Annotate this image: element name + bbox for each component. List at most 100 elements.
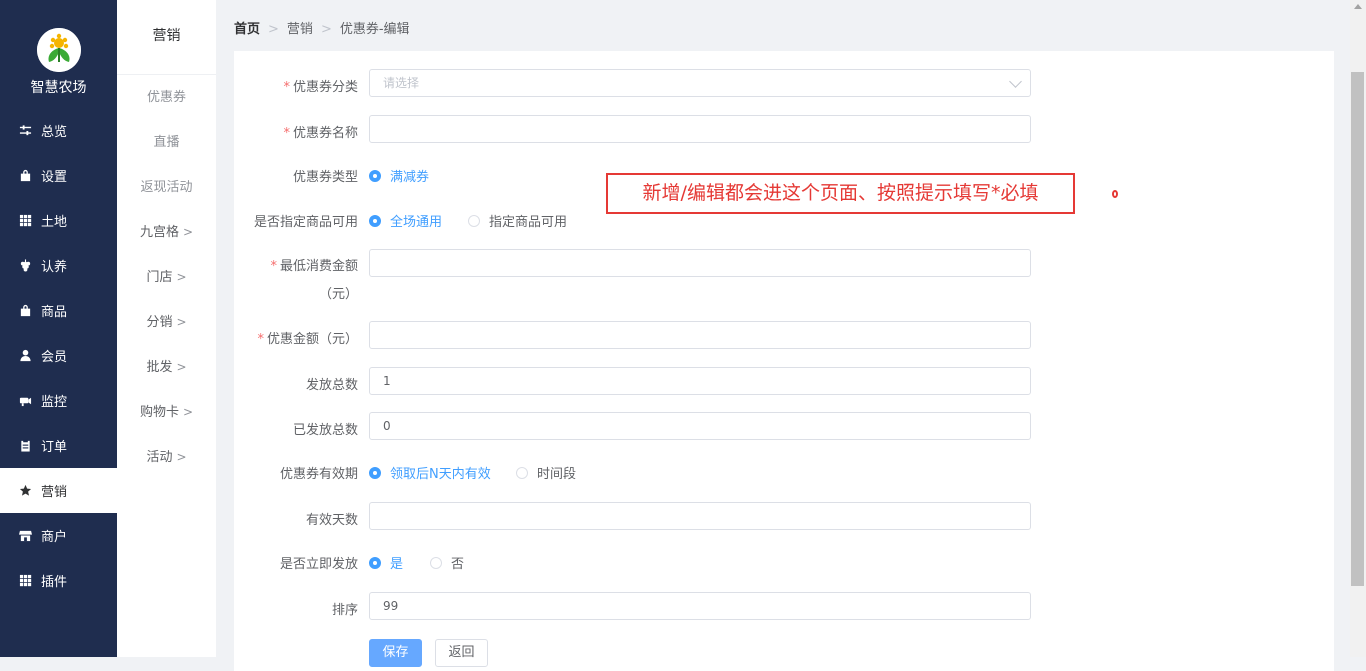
sidebar-item-orders[interactable]: 订单 xyxy=(0,423,117,468)
radio-label: 时间段 xyxy=(537,467,577,482)
radio-dot xyxy=(430,556,442,569)
sort-input[interactable]: 99 xyxy=(369,592,1031,620)
required-mark: * xyxy=(257,332,264,347)
radio-label: 否 xyxy=(451,557,465,572)
radio-time-range[interactable]: 时间段 xyxy=(516,463,576,482)
sub-item-distribution[interactable]: 分销 > xyxy=(117,300,216,345)
grid-icon xyxy=(18,574,32,588)
sidebar-item-goods[interactable]: 商品 xyxy=(0,288,117,333)
sliders-icon xyxy=(18,124,32,138)
required-mark: * xyxy=(270,259,277,274)
immediate-label: 是否立即发放 xyxy=(279,557,358,572)
chevron-right-icon: > xyxy=(182,225,194,239)
issued-input[interactable]: 0 xyxy=(369,412,1031,440)
annotation-dot xyxy=(1112,190,1118,198)
sidebar-item-label: 营销 xyxy=(41,485,68,500)
sidebar-item-label: 订单 xyxy=(41,440,68,455)
radio-immediate-yes[interactable]: 是 xyxy=(369,553,403,572)
sidebar-item-settings[interactable]: 设置 xyxy=(0,153,117,198)
sub-item-wholesale[interactable]: 批发 > xyxy=(117,345,216,390)
label-text: 最低消费金额 xyxy=(279,259,358,274)
sub-item-nine-grid[interactable]: 九宫格 > xyxy=(117,210,216,255)
grid-icon xyxy=(18,214,32,228)
sub-item-label: 购物卡 xyxy=(139,405,179,420)
sidebar-item-overview[interactable]: 总览 xyxy=(0,108,117,153)
sub-item-cashback[interactable]: 返现活动 xyxy=(117,165,216,210)
sidebar-item-merchant[interactable]: 商户 xyxy=(0,513,117,558)
sub-item-store[interactable]: 门店 > xyxy=(117,255,216,300)
breadcrumb-home[interactable]: 首页 xyxy=(234,22,260,37)
radio-days-after-claim[interactable]: 领取后N天内有效 xyxy=(369,463,491,482)
sidebar-item-marketing[interactable]: 营销 xyxy=(0,468,117,513)
breadcrumb-level1[interactable]: 营销 xyxy=(287,22,313,37)
days-label: 有效天数 xyxy=(305,513,358,528)
radio-dot xyxy=(516,466,528,479)
main-menu: 总览 设置 土地 认养 商品 会员 监控 订单 营销 商户 插件 xyxy=(0,108,117,603)
sidebar-item-plugins[interactable]: 插件 xyxy=(0,558,117,603)
min-amount-label: * 最低消费金额 xyxy=(270,255,358,274)
sub-item-label: 批发 xyxy=(146,360,173,375)
sub-item-coupon[interactable]: 优惠券 xyxy=(117,75,216,120)
radio-dot xyxy=(369,169,381,182)
clipboard-icon xyxy=(18,439,32,453)
sub-item-label: 直播 xyxy=(153,135,180,150)
bag-icon xyxy=(18,169,32,183)
sub-sidebar: 营销 优惠券 直播 返现活动 九宫格 > 门店 > 分销 > 批发 > 购物卡 > 活动 > xyxy=(117,0,216,657)
name-label: * 优惠券名称 xyxy=(283,122,358,141)
validity-label: 优惠券有效期 xyxy=(279,467,358,482)
sub-item-label: 优惠券 xyxy=(146,90,186,105)
radio-specific-goods[interactable]: 指定商品可用 xyxy=(468,211,567,230)
sidebar-item-monitor[interactable]: 监控 xyxy=(0,378,117,423)
star-icon xyxy=(18,484,32,498)
radio-all-goods[interactable]: 全场通用 xyxy=(369,211,442,230)
sidebar-item-land[interactable]: 土地 xyxy=(0,198,117,243)
save-button[interactable]: 保存 xyxy=(369,639,422,667)
discount-input[interactable] xyxy=(369,321,1031,349)
radio-dot xyxy=(369,556,381,569)
sidebar-item-label: 监控 xyxy=(41,395,68,410)
required-mark: * xyxy=(283,126,290,141)
radio-label: 指定商品可用 xyxy=(489,215,568,230)
scrollbar-thumb[interactable] xyxy=(1351,72,1364,586)
coupon-name-input[interactable] xyxy=(369,115,1031,143)
chevron-right-icon: > xyxy=(176,450,187,464)
back-button[interactable]: 返回 xyxy=(435,639,488,667)
scope-label: 是否指定商品可用 xyxy=(253,215,358,230)
camera-icon xyxy=(18,394,32,408)
breadcrumb-separator: > xyxy=(268,22,279,37)
sub-item-live[interactable]: 直播 xyxy=(117,120,216,165)
radio-immediate-no[interactable]: 否 xyxy=(430,553,464,572)
breadcrumb-separator: > xyxy=(320,22,332,37)
bag-icon xyxy=(18,304,32,318)
category-select[interactable]: 请选择 xyxy=(369,69,1031,97)
grape-icon xyxy=(18,259,32,273)
chevron-right-icon: > xyxy=(176,270,187,284)
sidebar-item-label: 会员 xyxy=(41,350,68,365)
sidebar-item-label: 设置 xyxy=(41,170,68,185)
sort-label: 排序 xyxy=(331,603,358,618)
breadcrumb-current: 优惠券-编辑 xyxy=(339,22,410,37)
min-amount-input[interactable] xyxy=(369,249,1031,277)
chevron-right-icon: > xyxy=(176,360,187,374)
radio-label: 满减券 xyxy=(390,170,430,185)
sidebar-item-adopt[interactable]: 认养 xyxy=(0,243,117,288)
radio-label: 是 xyxy=(390,557,404,572)
chevron-down-icon xyxy=(1009,75,1022,88)
radio-full-reduction[interactable]: 满减券 xyxy=(369,166,429,185)
radio-label: 全场通用 xyxy=(390,215,443,230)
total-input[interactable]: 1 xyxy=(369,367,1031,395)
breadcrumb: 首页 > 营销 > 优惠券-编辑 xyxy=(234,18,410,37)
scroll-up-arrow-icon[interactable] xyxy=(1354,4,1362,9)
chevron-right-icon: > xyxy=(182,405,194,419)
radio-dot xyxy=(468,214,480,227)
min-amount-unit: （元） xyxy=(318,287,358,302)
sub-item-label: 返现活动 xyxy=(140,180,193,195)
sidebar-item-member[interactable]: 会员 xyxy=(0,333,117,378)
issued-label: 已发放总数 xyxy=(292,423,358,438)
sub-item-activity[interactable]: 活动 > xyxy=(117,435,216,480)
valid-days-input[interactable] xyxy=(369,502,1031,530)
sidebar-item-label: 总览 xyxy=(41,125,68,140)
discount-label: * 优惠金额（元） xyxy=(257,328,358,347)
sub-item-gift-card[interactable]: 购物卡 > xyxy=(117,390,216,435)
farm-logo-icon xyxy=(37,28,81,72)
